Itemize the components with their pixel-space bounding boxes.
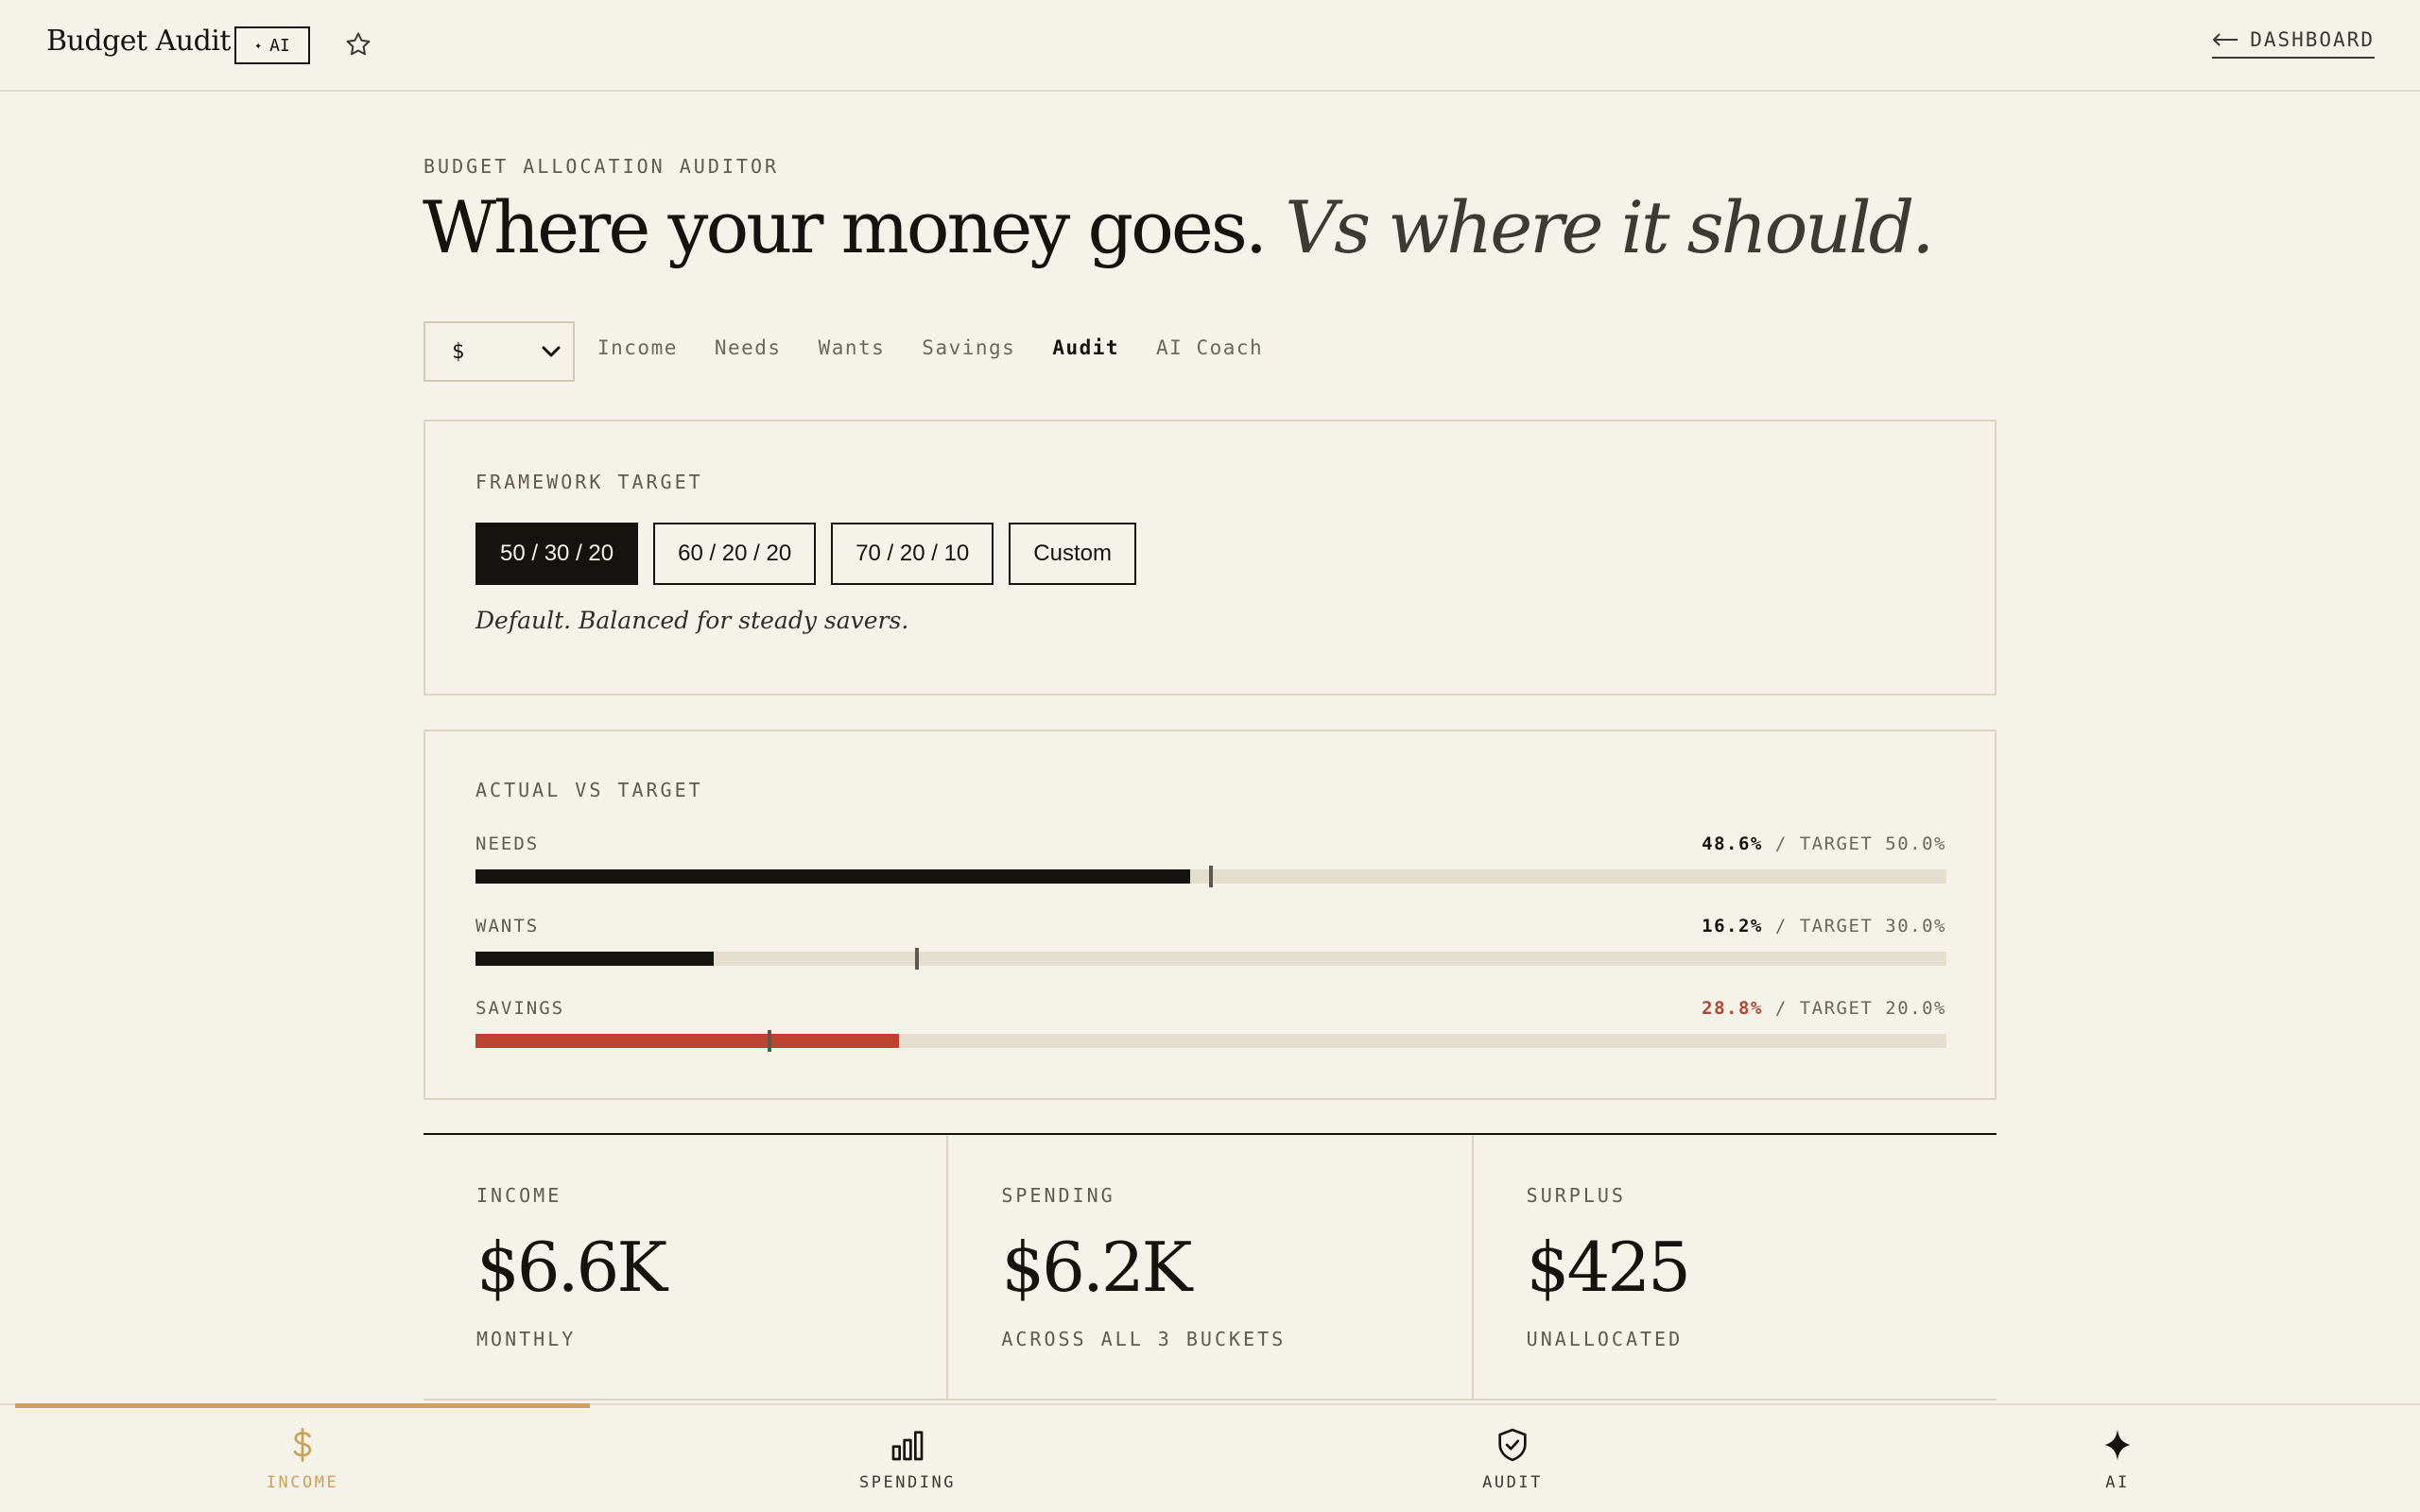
stat-value: $6.6K <box>476 1228 667 1307</box>
stat-surplus: SURPLUS $425 UNALLOCATED <box>1474 1135 1996 1399</box>
stat-income: INCOME $6.6K MONTHLY <box>424 1135 949 1399</box>
target-percent: 50.0% <box>1885 833 1946 854</box>
bottom-nav-spending[interactable]: SPENDING <box>813 1426 1002 1492</box>
active-tab-indicator <box>15 1403 590 1408</box>
stat-label: SURPLUS <box>1526 1184 1626 1207</box>
stat-subtext: MONTHLY <box>476 1328 577 1350</box>
tab-savings[interactable]: Savings <box>922 336 1015 359</box>
framework-option-50-30-20[interactable]: 50 / 30 / 20 <box>475 523 639 585</box>
page-eyebrow: BUDGET ALLOCATION AUDITOR <box>424 155 780 178</box>
target-prefix: / TARGET <box>1774 998 1874 1019</box>
tab-needs[interactable]: Needs <box>715 336 782 359</box>
bottom-nav-label: INCOME <box>266 1473 339 1492</box>
target-marker <box>768 1030 772 1052</box>
framework-option-70-20-10[interactable]: 70 / 20 / 10 <box>831 523 994 585</box>
stat-spending: SPENDING $6.2K ACROSS ALL 3 BUCKETS <box>948 1135 1474 1399</box>
target-percent: 20.0% <box>1885 998 1946 1019</box>
target-marker <box>1209 866 1213 887</box>
target-percent: 30.0% <box>1885 916 1946 936</box>
actual-percent: 16.2% <box>1702 916 1763 936</box>
dollar-icon <box>293 1428 312 1462</box>
bottom-nav-label: AUDIT <box>1482 1473 1543 1492</box>
bar-label: WANTS <box>475 916 540 936</box>
bar-fill <box>475 1034 900 1048</box>
stat-label: SPENDING <box>1001 1184 1115 1207</box>
currency-select[interactable]: $ <box>424 321 575 382</box>
bar-value: 28.8% / TARGET 20.0% <box>1702 998 1946 1019</box>
framework-options: 50 / 30 / 20 60 / 20 / 20 70 / 20 / 10 C… <box>475 523 1136 585</box>
dashboard-link-label: DASHBOARD <box>2250 28 2375 51</box>
sparkle-icon: ✦ <box>254 38 263 53</box>
bar-label: NEEDS <box>475 833 540 854</box>
app-title: Budget Audit <box>46 25 231 58</box>
bar-label: SAVINGS <box>475 998 565 1019</box>
actual-percent: 48.6% <box>1702 833 1763 854</box>
actual-vs-target-label: ACTUAL VS TARGET <box>475 779 703 801</box>
bar-track <box>475 948 1946 970</box>
arrow-left-icon <box>2212 33 2238 46</box>
page-title: Where your money goes. Vs where it shoul… <box>423 185 1934 269</box>
stat-label: INCOME <box>476 1184 562 1207</box>
dashboard-link[interactable]: DASHBOARD <box>2212 28 2375 59</box>
tab-wants[interactable]: Wants <box>819 336 886 359</box>
bar-fill <box>475 869 1191 884</box>
ai-badge-label: AI <box>269 35 290 56</box>
sparkle-icon <box>2104 1429 2131 1461</box>
tab-ai-coach[interactable]: AI Coach <box>1156 336 1263 359</box>
chevron-down-icon <box>542 346 561 357</box>
actual-vs-target-card: ACTUAL VS TARGET NEEDS 48.6% / TARGET 50… <box>424 730 1996 1100</box>
star-icon[interactable] <box>344 30 372 59</box>
stat-subtext: UNALLOCATED <box>1526 1328 1684 1350</box>
headline-accent: Vs where it should. <box>1285 185 1934 269</box>
bottom-nav-label: SPENDING <box>859 1473 956 1492</box>
target-prefix: / TARGET <box>1774 916 1874 936</box>
framework-description: Default. Balanced for steady savers. <box>475 607 909 634</box>
stat-subtext: ACROSS ALL 3 BUCKETS <box>1001 1328 1287 1350</box>
ai-badge[interactable]: ✦ AI <box>234 26 310 64</box>
currency-selected-value: $ <box>452 339 465 364</box>
summary-stats: INCOME $6.6K MONTHLY SPENDING $6.2K ACRO… <box>424 1133 1996 1400</box>
stat-value: $425 <box>1526 1228 1691 1307</box>
tab-audit[interactable]: Audit <box>1052 336 1119 359</box>
framework-label: FRAMEWORK TARGET <box>475 471 703 493</box>
stat-value: $6.2K <box>1001 1228 1192 1307</box>
bar-track <box>475 1030 1946 1052</box>
actual-percent: 28.8% <box>1702 998 1763 1019</box>
framework-option-custom[interactable]: Custom <box>1009 523 1136 585</box>
target-prefix: / TARGET <box>1774 833 1874 854</box>
bottom-nav-audit[interactable]: AUDIT <box>1418 1426 1607 1492</box>
bottom-nav-ai[interactable]: AI <box>2023 1426 2212 1492</box>
bottom-nav: INCOME SPENDING AUDIT AI <box>0 1403 2420 1512</box>
framework-option-60-20-20[interactable]: 60 / 20 / 20 <box>653 523 817 585</box>
tab-income[interactable]: Income <box>597 336 678 359</box>
headline-main: Where your money goes. <box>423 185 1268 269</box>
bar-value: 16.2% / TARGET 30.0% <box>1702 916 1946 936</box>
bar-fill <box>475 952 715 966</box>
shield-check-icon <box>1498 1428 1527 1462</box>
framework-card: FRAMEWORK TARGET 50 / 30 / 20 60 / 20 / … <box>424 420 1996 696</box>
bottom-nav-income[interactable]: INCOME <box>208 1426 397 1492</box>
bar-value: 48.6% / TARGET 50.0% <box>1702 833 1946 854</box>
bottom-nav-label: AI <box>2105 1473 2130 1492</box>
section-tabs: Income Needs Wants Savings Audit AI Coac… <box>597 336 1300 359</box>
bar-chart-icon <box>891 1431 924 1461</box>
target-marker <box>914 948 919 970</box>
top-bar: Budget Audit ✦ AI DASHBOARD <box>0 0 2420 92</box>
bar-track <box>475 866 1946 887</box>
